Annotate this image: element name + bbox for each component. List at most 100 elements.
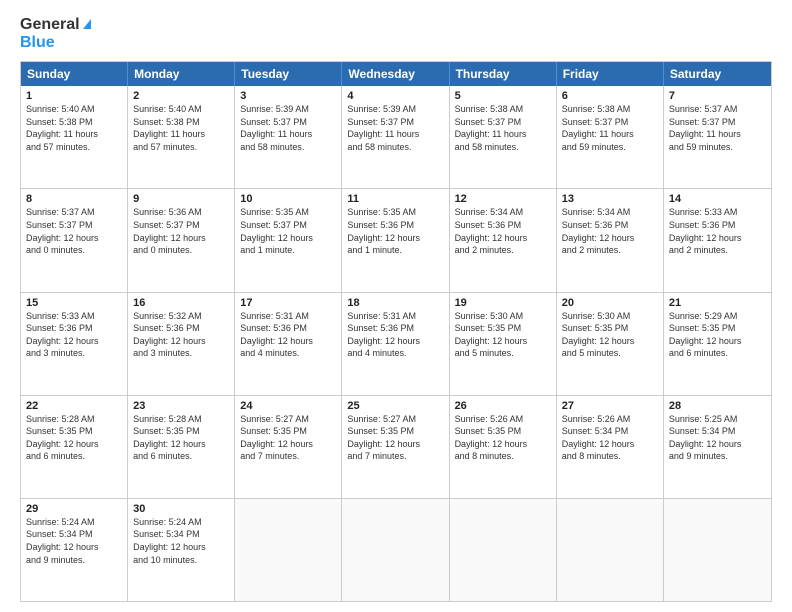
day-number: 21 bbox=[669, 297, 766, 309]
day-details: Sunrise: 5:33 AMSunset: 5:36 PMDaylight:… bbox=[669, 206, 766, 256]
day-details: Sunrise: 5:24 AMSunset: 5:34 PMDaylight:… bbox=[133, 516, 229, 566]
day-details: Sunrise: 5:25 AMSunset: 5:34 PMDaylight:… bbox=[669, 413, 766, 463]
day-details: Sunrise: 5:32 AMSunset: 5:36 PMDaylight:… bbox=[133, 310, 229, 360]
calendar-day-cell: 29Sunrise: 5:24 AMSunset: 5:34 PMDayligh… bbox=[21, 499, 128, 601]
day-details: Sunrise: 5:34 AMSunset: 5:36 PMDaylight:… bbox=[455, 206, 551, 256]
day-details: Sunrise: 5:35 AMSunset: 5:37 PMDaylight:… bbox=[240, 206, 336, 256]
calendar-day-cell: 21Sunrise: 5:29 AMSunset: 5:35 PMDayligh… bbox=[664, 293, 771, 395]
day-details: Sunrise: 5:40 AMSunset: 5:38 PMDaylight:… bbox=[26, 103, 122, 153]
calendar-row: 29Sunrise: 5:24 AMSunset: 5:34 PMDayligh… bbox=[21, 498, 771, 601]
calendar-day-cell: 13Sunrise: 5:34 AMSunset: 5:36 PMDayligh… bbox=[557, 189, 664, 291]
logo: General Blue bbox=[20, 16, 91, 51]
calendar-empty-cell bbox=[664, 499, 771, 601]
day-details: Sunrise: 5:30 AMSunset: 5:35 PMDaylight:… bbox=[562, 310, 658, 360]
day-details: Sunrise: 5:31 AMSunset: 5:36 PMDaylight:… bbox=[347, 310, 443, 360]
day-number: 6 bbox=[562, 90, 658, 102]
day-number: 1 bbox=[26, 90, 122, 102]
weekday-header: Friday bbox=[557, 62, 664, 86]
calendar-day-cell: 27Sunrise: 5:26 AMSunset: 5:34 PMDayligh… bbox=[557, 396, 664, 498]
day-number: 5 bbox=[455, 90, 551, 102]
weekday-header: Monday bbox=[128, 62, 235, 86]
day-details: Sunrise: 5:37 AMSunset: 5:37 PMDaylight:… bbox=[669, 103, 766, 153]
day-details: Sunrise: 5:40 AMSunset: 5:38 PMDaylight:… bbox=[133, 103, 229, 153]
day-number: 22 bbox=[26, 400, 122, 412]
day-details: Sunrise: 5:30 AMSunset: 5:35 PMDaylight:… bbox=[455, 310, 551, 360]
calendar-day-cell: 24Sunrise: 5:27 AMSunset: 5:35 PMDayligh… bbox=[235, 396, 342, 498]
calendar-row: 8Sunrise: 5:37 AMSunset: 5:37 PMDaylight… bbox=[21, 188, 771, 291]
day-number: 18 bbox=[347, 297, 443, 309]
day-number: 24 bbox=[240, 400, 336, 412]
calendar-body: 1Sunrise: 5:40 AMSunset: 5:38 PMDaylight… bbox=[21, 86, 771, 601]
calendar-row: 15Sunrise: 5:33 AMSunset: 5:36 PMDayligh… bbox=[21, 292, 771, 395]
day-details: Sunrise: 5:39 AMSunset: 5:37 PMDaylight:… bbox=[347, 103, 443, 153]
day-number: 27 bbox=[562, 400, 658, 412]
calendar-empty-cell bbox=[342, 499, 449, 601]
day-details: Sunrise: 5:24 AMSunset: 5:34 PMDaylight:… bbox=[26, 516, 122, 566]
calendar-day-cell: 6Sunrise: 5:38 AMSunset: 5:37 PMDaylight… bbox=[557, 86, 664, 188]
day-number: 15 bbox=[26, 297, 122, 309]
day-details: Sunrise: 5:26 AMSunset: 5:34 PMDaylight:… bbox=[562, 413, 658, 463]
logo-text-general: General bbox=[20, 16, 91, 34]
calendar-day-cell: 16Sunrise: 5:32 AMSunset: 5:36 PMDayligh… bbox=[128, 293, 235, 395]
day-number: 28 bbox=[669, 400, 766, 412]
calendar-day-cell: 3Sunrise: 5:39 AMSunset: 5:37 PMDaylight… bbox=[235, 86, 342, 188]
calendar-day-cell: 14Sunrise: 5:33 AMSunset: 5:36 PMDayligh… bbox=[664, 189, 771, 291]
calendar-header: SundayMondayTuesdayWednesdayThursdayFrid… bbox=[21, 62, 771, 86]
calendar-day-cell: 22Sunrise: 5:28 AMSunset: 5:35 PMDayligh… bbox=[21, 396, 128, 498]
calendar-row: 1Sunrise: 5:40 AMSunset: 5:38 PMDaylight… bbox=[21, 86, 771, 188]
calendar-day-cell: 15Sunrise: 5:33 AMSunset: 5:36 PMDayligh… bbox=[21, 293, 128, 395]
day-details: Sunrise: 5:27 AMSunset: 5:35 PMDaylight:… bbox=[347, 413, 443, 463]
calendar-day-cell: 9Sunrise: 5:36 AMSunset: 5:37 PMDaylight… bbox=[128, 189, 235, 291]
day-details: Sunrise: 5:38 AMSunset: 5:37 PMDaylight:… bbox=[455, 103, 551, 153]
day-details: Sunrise: 5:29 AMSunset: 5:35 PMDaylight:… bbox=[669, 310, 766, 360]
calendar-day-cell: 8Sunrise: 5:37 AMSunset: 5:37 PMDaylight… bbox=[21, 189, 128, 291]
calendar-empty-cell bbox=[557, 499, 664, 601]
day-number: 12 bbox=[455, 193, 551, 205]
weekday-header: Wednesday bbox=[342, 62, 449, 86]
calendar-day-cell: 19Sunrise: 5:30 AMSunset: 5:35 PMDayligh… bbox=[450, 293, 557, 395]
day-number: 29 bbox=[26, 503, 122, 515]
calendar-row: 22 Sunrise: 5:28 AMSunset: 5:35 PMDayligh… bbox=[21, 395, 771, 498]
day-number: 9 bbox=[133, 193, 229, 205]
calendar-day-cell: 28Sunrise: 5:25 AMSunset: 5:34 PMDayligh… bbox=[664, 396, 771, 498]
day-number: 11 bbox=[347, 193, 443, 205]
day-number: 14 bbox=[669, 193, 766, 205]
calendar-day-cell: 4Sunrise: 5:39 AMSunset: 5:37 PMDaylight… bbox=[342, 86, 449, 188]
day-details: Sunrise: 5:28 AMSunset: 5:35 PMDaylight:… bbox=[133, 413, 229, 463]
day-details: Sunrise: 5:39 AMSunset: 5:37 PMDaylight:… bbox=[240, 103, 336, 153]
day-number: 16 bbox=[133, 297, 229, 309]
day-details: Sunrise: 5:36 AMSunset: 5:37 PMDaylight:… bbox=[133, 206, 229, 256]
calendar-day-cell: 2Sunrise: 5:40 AMSunset: 5:38 PMDaylight… bbox=[128, 86, 235, 188]
calendar-day-cell: 11Sunrise: 5:35 AMSunset: 5:36 PMDayligh… bbox=[342, 189, 449, 291]
calendar-day-cell: 17Sunrise: 5:31 AMSunset: 5:36 PMDayligh… bbox=[235, 293, 342, 395]
day-details: Sunrise: 5:35 AMSunset: 5:36 PMDaylight:… bbox=[347, 206, 443, 256]
day-number: 10 bbox=[240, 193, 336, 205]
main-container: General Blue SundayMondayTuesdayWednesda… bbox=[0, 0, 792, 612]
day-details: Sunrise: 5:26 AMSunset: 5:35 PMDaylight:… bbox=[455, 413, 551, 463]
calendar-day-cell: 5Sunrise: 5:38 AMSunset: 5:37 PMDaylight… bbox=[450, 86, 557, 188]
calendar-empty-cell bbox=[235, 499, 342, 601]
day-number: 26 bbox=[455, 400, 551, 412]
day-number: 13 bbox=[562, 193, 658, 205]
weekday-header: Thursday bbox=[450, 62, 557, 86]
day-number: 3 bbox=[240, 90, 336, 102]
day-number: 23 bbox=[133, 400, 229, 412]
day-details: Sunrise: 5:27 AMSunset: 5:35 PMDaylight:… bbox=[240, 413, 336, 463]
page-header: General Blue bbox=[20, 16, 772, 51]
calendar-day-cell: 26Sunrise: 5:26 AMSunset: 5:35 PMDayligh… bbox=[450, 396, 557, 498]
weekday-header: Tuesday bbox=[235, 62, 342, 86]
calendar-day-cell: 20Sunrise: 5:30 AMSunset: 5:35 PMDayligh… bbox=[557, 293, 664, 395]
calendar-day-cell: 12Sunrise: 5:34 AMSunset: 5:36 PMDayligh… bbox=[450, 189, 557, 291]
calendar-day-cell: 23Sunrise: 5:28 AMSunset: 5:35 PMDayligh… bbox=[128, 396, 235, 498]
day-details: Sunrise: 5:31 AMSunset: 5:36 PMDaylight:… bbox=[240, 310, 336, 360]
day-number: 4 bbox=[347, 90, 443, 102]
day-number: 30 bbox=[133, 503, 229, 515]
day-number: 17 bbox=[240, 297, 336, 309]
calendar-day-cell: 1Sunrise: 5:40 AMSunset: 5:38 PMDaylight… bbox=[21, 86, 128, 188]
day-number: 19 bbox=[455, 297, 551, 309]
weekday-header: Sunday bbox=[21, 62, 128, 86]
weekday-header: Saturday bbox=[664, 62, 771, 86]
day-number: 2 bbox=[133, 90, 229, 102]
calendar-day-cell: 10Sunrise: 5:35 AMSunset: 5:37 PMDayligh… bbox=[235, 189, 342, 291]
day-number: 8 bbox=[26, 193, 122, 205]
